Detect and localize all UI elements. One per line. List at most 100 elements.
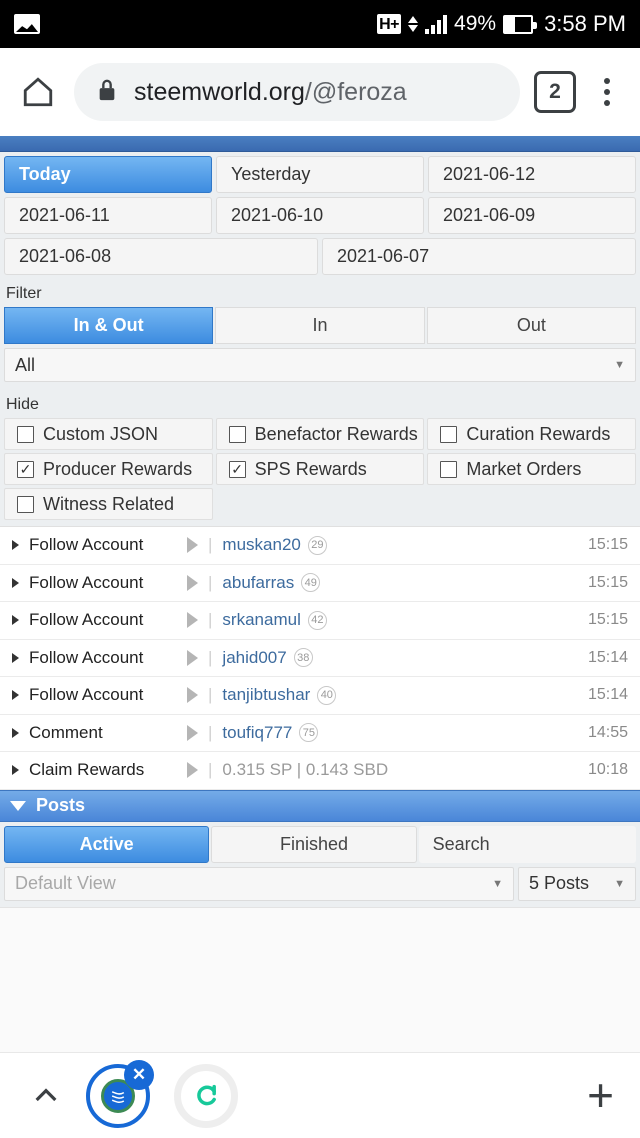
hide-checkbox-witness-related[interactable]: Witness Related (4, 488, 213, 520)
timestamp: 14:55 (587, 723, 628, 741)
chevron-down-icon: ▼ (614, 359, 625, 371)
table-row[interactable]: Claim Rewards | 0.315 SP | 0.143 SBD 10:… (0, 752, 640, 790)
expand-triangle-icon[interactable] (12, 540, 19, 551)
play-triangle-icon[interactable] (187, 687, 198, 704)
divider: | (208, 572, 213, 592)
expand-triangle-icon[interactable] (12, 615, 19, 626)
chevron-down-icon: ▼ (614, 877, 625, 890)
account-link[interactable]: tanjibtushar (222, 685, 310, 705)
close-icon[interactable]: ✕ (124, 1059, 154, 1090)
expand-triangle-icon[interactable] (12, 690, 19, 701)
hide-checkbox-market-orders[interactable]: Market Orders (427, 453, 637, 485)
date-tab-yesterday[interactable]: Yesterday (216, 156, 424, 193)
posts-count-select[interactable]: 5 Posts ▼ (518, 866, 636, 901)
lock-icon (96, 77, 118, 108)
expand-triangle-icon[interactable] (12, 727, 19, 738)
table-row[interactable]: Follow Account | muskan20 29 15:15 (0, 527, 640, 565)
play-triangle-icon[interactable] (187, 762, 198, 779)
transaction-list: Follow Account | muskan20 29 15:15 Follo… (0, 526, 640, 790)
posts-panel-body: Active Finished Search Default View ▼ 5 … (0, 821, 640, 907)
tab-steem[interactable]: ✕ (82, 1059, 154, 1132)
tab-count-button[interactable]: 2 (534, 71, 576, 113)
table-row[interactable]: Comment | toufiq777 75 14:55 (0, 714, 640, 752)
play-triangle-icon[interactable] (187, 724, 198, 741)
checkbox-icon (228, 425, 246, 443)
filter-section-label: Filter (6, 285, 42, 302)
date-tab-today[interactable]: Today (4, 156, 212, 193)
account-link[interactable]: jahid007 (222, 648, 286, 668)
date-tab-2021-06-08[interactable]: 2021-06-08 (4, 238, 318, 275)
hide-checkbox-custom-json[interactable]: Custom JSON (4, 418, 213, 450)
address-bar[interactable]: steemworld.org/@feroza (74, 63, 520, 121)
hide-checkbox-sps-rewards[interactable]: ✓ SPS Rewards (215, 453, 425, 485)
search-input[interactable]: Search (418, 825, 636, 863)
tab-second[interactable] (170, 1060, 242, 1132)
checkbox-icon (440, 425, 458, 443)
operation-label: Follow Account (29, 610, 144, 630)
timestamp: 10:18 (587, 761, 628, 779)
timestamp: 15:15 (587, 536, 628, 554)
table-row[interactable]: Follow Account | jahid007 38 15:14 (0, 639, 640, 677)
table-row[interactable]: Follow Account | srkanamul 42 15:15 (0, 602, 640, 640)
hide-checkbox-curation-rewards[interactable]: Curation Rewards (427, 418, 637, 450)
date-tab-2021-06-12[interactable]: 2021-06-12 (428, 156, 636, 193)
expand-triangle-icon[interactable] (12, 577, 19, 588)
filter-out-button[interactable]: Out (426, 307, 636, 344)
tab-ring (174, 1063, 238, 1128)
divider: | (208, 610, 213, 630)
play-triangle-icon[interactable] (187, 612, 198, 629)
date-tab-2021-06-09[interactable]: 2021-06-09 (428, 197, 636, 234)
divider: | (208, 722, 213, 742)
operation-label: Follow Account (29, 647, 144, 667)
hide-label: Market Orders (466, 458, 582, 479)
play-triangle-icon[interactable] (187, 574, 198, 591)
reputation-badge: 29 (307, 535, 327, 555)
table-row[interactable]: Follow Account | tanjibtushar 40 15:14 (0, 677, 640, 715)
filter-type-select[interactable]: All ▼ (4, 348, 636, 382)
hide-checkbox-grid: Custom JSON Benefactor Rewards Curation … (0, 418, 640, 526)
chevron-down-icon: ▼ (492, 877, 503, 890)
expand-triangle-icon[interactable] (12, 652, 19, 663)
posts-tabs: Active Finished Search (4, 825, 636, 863)
divider: | (208, 760, 213, 780)
signal-bars-icon (425, 14, 448, 34)
expand-triangle-icon[interactable] (12, 765, 19, 776)
timestamp: 15:14 (587, 648, 628, 666)
posts-panel-header[interactable]: Posts (0, 789, 640, 822)
account-link[interactable]: abufarras (222, 573, 294, 593)
play-triangle-icon[interactable] (187, 649, 198, 666)
triangle-down-icon[interactable] (10, 800, 26, 811)
posts-empty-area (0, 906, 640, 1077)
posts-view-select[interactable]: Default View ▼ (4, 866, 514, 901)
tab-finished-posts[interactable]: Finished (211, 825, 417, 863)
account-link[interactable]: srkanamul (222, 610, 300, 630)
chevron-up-icon[interactable] (26, 1076, 66, 1116)
checkbox-checked-icon: ✓ (228, 460, 246, 478)
date-tab-2021-06-10[interactable]: 2021-06-10 (216, 197, 424, 234)
url-text: steemworld.org/@feroza (134, 77, 407, 106)
tab-active-posts[interactable]: Active (4, 825, 210, 863)
hide-checkbox-benefactor-rewards[interactable]: Benefactor Rewards (215, 418, 425, 450)
filter-in-and-out-button[interactable]: In & Out (4, 307, 214, 344)
table-row[interactable]: Follow Account | abufarras 49 15:15 (0, 564, 640, 602)
date-tab-2021-06-11[interactable]: 2021-06-11 (4, 197, 212, 234)
page-header-strip (0, 136, 640, 152)
timestamp: 15:15 (587, 611, 628, 629)
account-link[interactable]: muskan20 (222, 535, 300, 555)
divider: | (208, 535, 213, 555)
hide-label: SPS Rewards (254, 458, 367, 479)
date-tabs: Today Yesterday 2021-06-12 2021-06-11 20… (0, 152, 640, 275)
filter-in-button[interactable]: In (215, 307, 425, 344)
account-link[interactable]: toufiq777 (222, 723, 292, 743)
web-page-content: Today Yesterday 2021-06-12 2021-06-11 20… (0, 136, 640, 1077)
date-tab-2021-06-07[interactable]: 2021-06-07 (322, 238, 636, 275)
hide-checkbox-producer-rewards[interactable]: ✓ Producer Rewards (4, 453, 213, 485)
posts-view-value: Default View (15, 873, 116, 893)
hide-label: Witness Related (43, 493, 175, 514)
checkbox-icon (440, 460, 458, 478)
kebab-menu-icon[interactable] (590, 70, 624, 114)
filter-direction-segmented: In & Out In Out (0, 307, 640, 344)
home-icon[interactable] (16, 70, 60, 114)
play-triangle-icon[interactable] (187, 537, 198, 554)
plus-icon[interactable]: + (587, 1072, 614, 1118)
